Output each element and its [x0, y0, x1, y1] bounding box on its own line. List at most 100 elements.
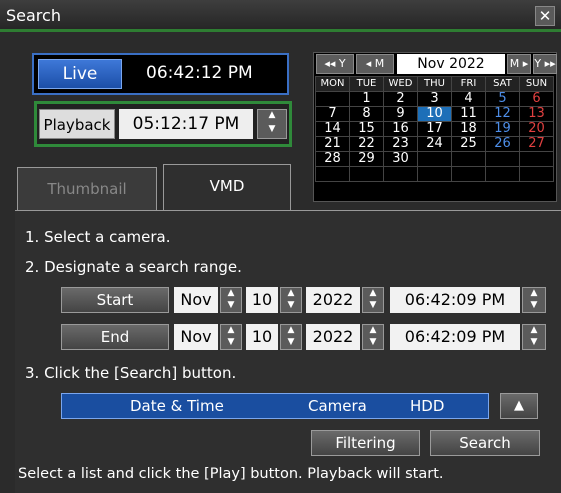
column-hdd[interactable]: HDD [410, 397, 444, 415]
close-button[interactable]: ✕ [535, 6, 555, 26]
stepper-down-icon[interactable]: ▼ [258, 124, 286, 138]
calendar-day[interactable]: 7 [315, 106, 350, 122]
calendar-day [417, 151, 452, 167]
stepper-down-icon[interactable]: ▼ [281, 337, 301, 349]
step-2-text: 2. Designate a search range. [25, 258, 242, 276]
calendar-day [451, 166, 486, 182]
calendar-day[interactable]: 24 [417, 136, 452, 152]
search-window: Search ✕ Live 06:42:12 PM Playback 05:12… [0, 0, 561, 493]
calendar-day[interactable]: 28 [315, 151, 350, 167]
calendar-day [383, 166, 418, 182]
calendar-day[interactable]: 18 [451, 121, 486, 137]
calendar-day[interactable]: 2 [383, 91, 418, 107]
calendar-day[interactable]: 27 [519, 136, 554, 152]
live-button[interactable]: Live [38, 59, 122, 89]
calendar-day [417, 166, 452, 182]
calendar-day[interactable]: 14 [315, 121, 350, 137]
end-time-stepper[interactable]: ▲ ▼ [522, 324, 546, 350]
calendar-day[interactable]: 3 [417, 91, 452, 107]
calendar-day[interactable]: 5 [485, 91, 520, 107]
calendar-day[interactable]: 25 [451, 136, 486, 152]
calendar-day[interactable]: 4 [451, 91, 486, 107]
stepper-up-icon[interactable]: ▲ [281, 288, 301, 300]
calendar-day [519, 166, 554, 182]
stepper-up-icon[interactable]: ▲ [523, 288, 545, 300]
search-button[interactable]: Search [430, 430, 540, 456]
weekday-mon: MON [315, 76, 350, 92]
calendar-day[interactable]: 16 [383, 121, 418, 137]
start-day-field[interactable]: 10 [246, 287, 278, 313]
calendar-day [485, 151, 520, 167]
end-day-field[interactable]: 10 [246, 324, 278, 350]
stepper-down-icon[interactable]: ▼ [363, 337, 383, 349]
column-camera[interactable]: Camera [308, 397, 367, 415]
tab-vmd[interactable]: VMD [163, 164, 291, 211]
prev-month-button[interactable]: ◂ M [356, 54, 394, 74]
stepper-up-icon[interactable]: ▲ [258, 110, 286, 124]
calendar-day[interactable]: 15 [349, 121, 384, 137]
calendar-day[interactable]: 29 [349, 151, 384, 167]
calendar-day [519, 151, 554, 167]
filtering-button[interactable]: Filtering [311, 430, 420, 456]
calendar-day[interactable]: 19 [485, 121, 520, 137]
calendar-day[interactable]: 26 [485, 136, 520, 152]
stepper-down-icon[interactable]: ▼ [281, 300, 301, 312]
calendar-day[interactable]: 23 [383, 136, 418, 152]
stepper-down-icon[interactable]: ▼ [221, 300, 241, 312]
start-month-stepper[interactable]: ▲ ▼ [220, 287, 242, 313]
column-date-time[interactable]: Date & Time [130, 397, 224, 415]
stepper-up-icon[interactable]: ▲ [221, 288, 241, 300]
calendar-day[interactable]: 22 [349, 136, 384, 152]
calendar-day[interactable]: 6 [519, 91, 554, 107]
playback-time-stepper[interactable]: ▲ ▼ [257, 109, 287, 139]
playback-hint-text: Select a list and click the [Play] butto… [18, 466, 444, 482]
calendar-day [485, 166, 520, 182]
calendar-day[interactable]: 13 [519, 106, 554, 122]
start-time-stepper[interactable]: ▲ ▼ [522, 287, 546, 313]
calendar-day[interactable]: 21 [315, 136, 350, 152]
start-button[interactable]: Start [61, 287, 169, 313]
start-year-stepper[interactable]: ▲ ▼ [362, 287, 384, 313]
end-button[interactable]: End [61, 324, 169, 350]
stepper-up-icon[interactable]: ▲ [281, 325, 301, 337]
calendar-day[interactable]: 20 [519, 121, 554, 137]
end-time-field[interactable]: 06:42:09 PM [390, 324, 520, 350]
stepper-down-icon[interactable]: ▼ [363, 300, 383, 312]
stepper-up-icon[interactable]: ▲ [221, 325, 241, 337]
calendar-day[interactable]: 17 [417, 121, 452, 137]
start-time-field[interactable]: 06:42:09 PM [390, 287, 520, 313]
playback-panel: Playback 05:12:17 PM ▲ ▼ [34, 101, 292, 147]
prev-year-button[interactable]: ◂◂ Y [316, 54, 354, 74]
calendar-day[interactable]: 30 [383, 151, 418, 167]
next-month-button[interactable]: M ▸ [507, 54, 531, 74]
stepper-up-icon[interactable]: ▲ [523, 325, 545, 337]
live-panel: Live 06:42:12 PM [32, 53, 289, 95]
end-year-field[interactable]: 2022 [306, 324, 360, 350]
calendar-day[interactable]: 9 [383, 106, 418, 122]
stepper-up-icon[interactable]: ▲ [363, 288, 383, 300]
start-month-field[interactable]: Nov [174, 287, 218, 313]
start-day-stepper[interactable]: ▲ ▼ [280, 287, 302, 313]
calendar-day[interactable]: 11 [451, 106, 486, 122]
result-list-header[interactable]: Date & Time Camera HDD [61, 393, 489, 419]
start-year-field[interactable]: 2022 [306, 287, 360, 313]
calendar-day [451, 151, 486, 167]
stepper-down-icon[interactable]: ▼ [523, 300, 545, 312]
sort-toggle-button[interactable]: ▲ [500, 393, 538, 419]
next-year-button[interactable]: Y ▸▸ [533, 54, 557, 74]
end-month-field[interactable]: Nov [174, 324, 218, 350]
playback-time-field[interactable]: 05:12:17 PM [119, 109, 253, 139]
stepper-up-icon[interactable]: ▲ [363, 325, 383, 337]
stepper-down-icon[interactable]: ▼ [221, 337, 241, 349]
calendar-day[interactable]: 1 [349, 91, 384, 107]
calendar-week: 123456 [315, 91, 554, 107]
end-month-stepper[interactable]: ▲ ▼ [220, 324, 242, 350]
end-year-stepper[interactable]: ▲ ▼ [362, 324, 384, 350]
stepper-down-icon[interactable]: ▼ [523, 337, 545, 349]
calendar-day[interactable]: 10 [417, 106, 452, 122]
end-day-stepper[interactable]: ▲ ▼ [280, 324, 302, 350]
tab-thumbnail[interactable]: Thumbnail [17, 167, 157, 210]
calendar-day[interactable]: 8 [349, 106, 384, 122]
playback-label: Playback [39, 109, 115, 139]
calendar-day[interactable]: 12 [485, 106, 520, 122]
